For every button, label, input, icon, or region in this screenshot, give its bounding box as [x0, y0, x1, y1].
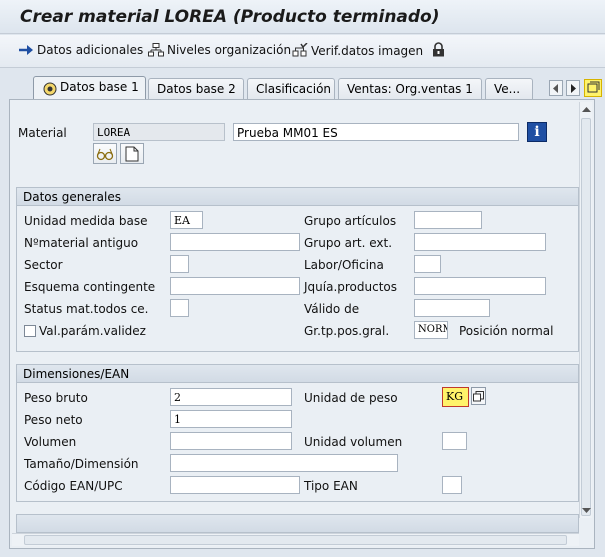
scroll-up-icon[interactable]: [582, 105, 591, 114]
status-mat-label: Status mat.todos ce.: [24, 302, 149, 316]
datos-adicionales-label: Datos adicionales: [37, 43, 144, 57]
unidad-de-peso-field[interactable]: KG: [442, 387, 469, 407]
nmaterial-antiguo-label: Nºmaterial antiguo: [24, 236, 139, 250]
tab-label: Ventas: Org.ventas 1: [347, 82, 473, 96]
tab-scroll-right-button[interactable]: [566, 80, 580, 96]
tab-label: Ve...: [494, 82, 521, 96]
glasses-button[interactable]: [93, 143, 117, 164]
niveles-organizacion-button[interactable]: Niveles organización: [148, 43, 291, 57]
valido-de-label: Válido de: [304, 302, 360, 316]
tab-list-menu-button[interactable]: [584, 79, 602, 97]
vertical-scrollbar[interactable]: [579, 102, 592, 518]
next-group-header: [17, 515, 578, 533]
window-title: Crear material LOREA (Producto terminado…: [20, 7, 440, 27]
verif-datos-imagen-label: Verif.datos imagen: [311, 43, 424, 58]
tab-label: Clasificación: [256, 82, 332, 96]
grupo-articulos-field[interactable]: [414, 211, 482, 229]
val-param-validez-checkbox[interactable]: [24, 325, 36, 337]
hierarchy-icon: [148, 43, 164, 57]
unidad-medida-base-label: Unidad medida base: [24, 214, 148, 228]
arrow-right-icon: [18, 44, 34, 56]
unidad-volumen-label: Unidad volumen: [304, 435, 403, 449]
tab-datos-base-1[interactable]: Datos base 1: [33, 76, 146, 100]
document-icon: [125, 146, 139, 162]
peso-bruto-field[interactable]: 2: [170, 388, 292, 406]
tab-ventas-org-ventas-1[interactable]: Ventas: Org.ventas 1: [338, 78, 482, 99]
codigo-ean-upc-label: Código EAN/UPC: [24, 479, 123, 493]
esquema-contingente-field[interactable]: [170, 277, 300, 295]
nmaterial-antiguo-field[interactable]: [170, 233, 300, 251]
jquia-productos-field[interactable]: [414, 277, 546, 295]
tab-strip: Datos base 1 Datos base 2 Clasificación …: [0, 70, 605, 100]
title-bar: Crear material LOREA (Producto terminado…: [0, 0, 605, 34]
tab-clasificacion[interactable]: Clasificación: [247, 78, 335, 99]
unidad-de-peso-matchcode-button[interactable]: [471, 387, 486, 405]
horizontal-scrollbar[interactable]: [12, 533, 579, 546]
peso-bruto-label: Peso bruto: [24, 391, 88, 405]
niveles-organizacion-label: Niveles organización: [167, 43, 292, 57]
scroll-down-icon[interactable]: [582, 506, 591, 515]
tab-scroll-left-button[interactable]: [549, 80, 563, 96]
info-button[interactable]: i: [527, 122, 547, 142]
application-toolbar: Datos adicionales Niveles organización V…: [0, 35, 605, 68]
status-mat-field[interactable]: [170, 299, 189, 317]
vertical-scroll-thumb[interactable]: [581, 118, 591, 516]
jquia-productos-label: Jquía.productos: [304, 280, 398, 294]
lock-button[interactable]: [432, 42, 445, 57]
grupo-art-ext-label: Grupo art. ext.: [304, 236, 393, 250]
volumen-field[interactable]: [170, 432, 292, 450]
chevron-right-icon: [571, 84, 576, 93]
long-text-button[interactable]: [120, 143, 144, 164]
gr-tp-pos-gral-label: Gr.tp.pos.gral.: [304, 324, 390, 338]
material-description-field[interactable]: Prueba MM01 ES: [233, 123, 519, 141]
dimensiones-ean-title: Dimensiones/EAN: [17, 365, 578, 383]
tab-label: Datos base 1: [60, 80, 139, 94]
chevron-left-icon: [553, 84, 558, 93]
unidad-de-peso-label: Unidad de peso: [304, 391, 398, 405]
peso-neto-field[interactable]: 1: [170, 410, 292, 428]
check-structure-icon: [292, 43, 308, 58]
unidad-medida-base-field[interactable]: EA: [170, 211, 203, 229]
tab-list-icon: [587, 81, 600, 93]
datos-adicionales-button[interactable]: Datos adicionales: [18, 43, 143, 57]
datos-generales-group: Datos generales Unidad medida base EA Nº…: [16, 187, 579, 352]
sector-field[interactable]: [170, 255, 189, 273]
valido-de-field[interactable]: [414, 299, 490, 317]
tamano-dimension-field[interactable]: [170, 454, 398, 472]
tab-datos-base-2[interactable]: Datos base 2: [148, 78, 244, 99]
tipo-ean-label: Tipo EAN: [304, 479, 358, 493]
val-param-validez-label: Val.parám.validez: [39, 324, 146, 338]
tamano-dimension-label: Tamaño/Dimensión: [24, 457, 139, 471]
tab-label: Datos base 2: [157, 82, 236, 96]
labor-oficina-field[interactable]: [414, 255, 441, 273]
tab-ventas-more[interactable]: Ve...: [485, 78, 533, 99]
datos-generales-title: Datos generales: [17, 188, 578, 206]
lock-icon: [432, 42, 445, 57]
labor-oficina-label: Labor/Oficina: [304, 258, 384, 272]
grupo-art-ext-field[interactable]: [414, 233, 546, 251]
tab-active-icon: [43, 82, 57, 99]
esquema-contingente-label: Esquema contingente: [24, 280, 156, 294]
volumen-label: Volumen: [24, 435, 77, 449]
codigo-ean-upc-field[interactable]: [170, 476, 300, 494]
material-code-field: LOREA: [93, 123, 225, 141]
info-icon: i: [534, 124, 540, 140]
peso-neto-label: Peso neto: [24, 413, 83, 427]
material-label: Material: [18, 126, 67, 140]
sector-label: Sector: [24, 258, 63, 272]
verif-datos-imagen-button[interactable]: Verif.datos imagen: [292, 43, 423, 58]
dimensiones-ean-group: Dimensiones/EAN Peso bruto 2 Peso neto 1…: [16, 364, 579, 502]
tipo-ean-field[interactable]: [442, 476, 462, 494]
horizontal-scroll-thumb[interactable]: [24, 535, 567, 545]
gr-tp-pos-gral-description: Posición normal: [459, 324, 554, 338]
tab-content-panel: Material LOREA Prueba MM01 ES i Datos ge…: [9, 99, 595, 549]
gr-tp-pos-gral-field[interactable]: NORM: [414, 321, 448, 339]
grupo-articulos-label: Grupo artículos: [304, 214, 397, 228]
unidad-volumen-field[interactable]: [442, 432, 467, 450]
value-help-icon: [473, 391, 484, 402]
tab-content-area: Material LOREA Prueba MM01 ES i Datos ge…: [12, 102, 579, 540]
glasses-icon: [96, 148, 114, 161]
